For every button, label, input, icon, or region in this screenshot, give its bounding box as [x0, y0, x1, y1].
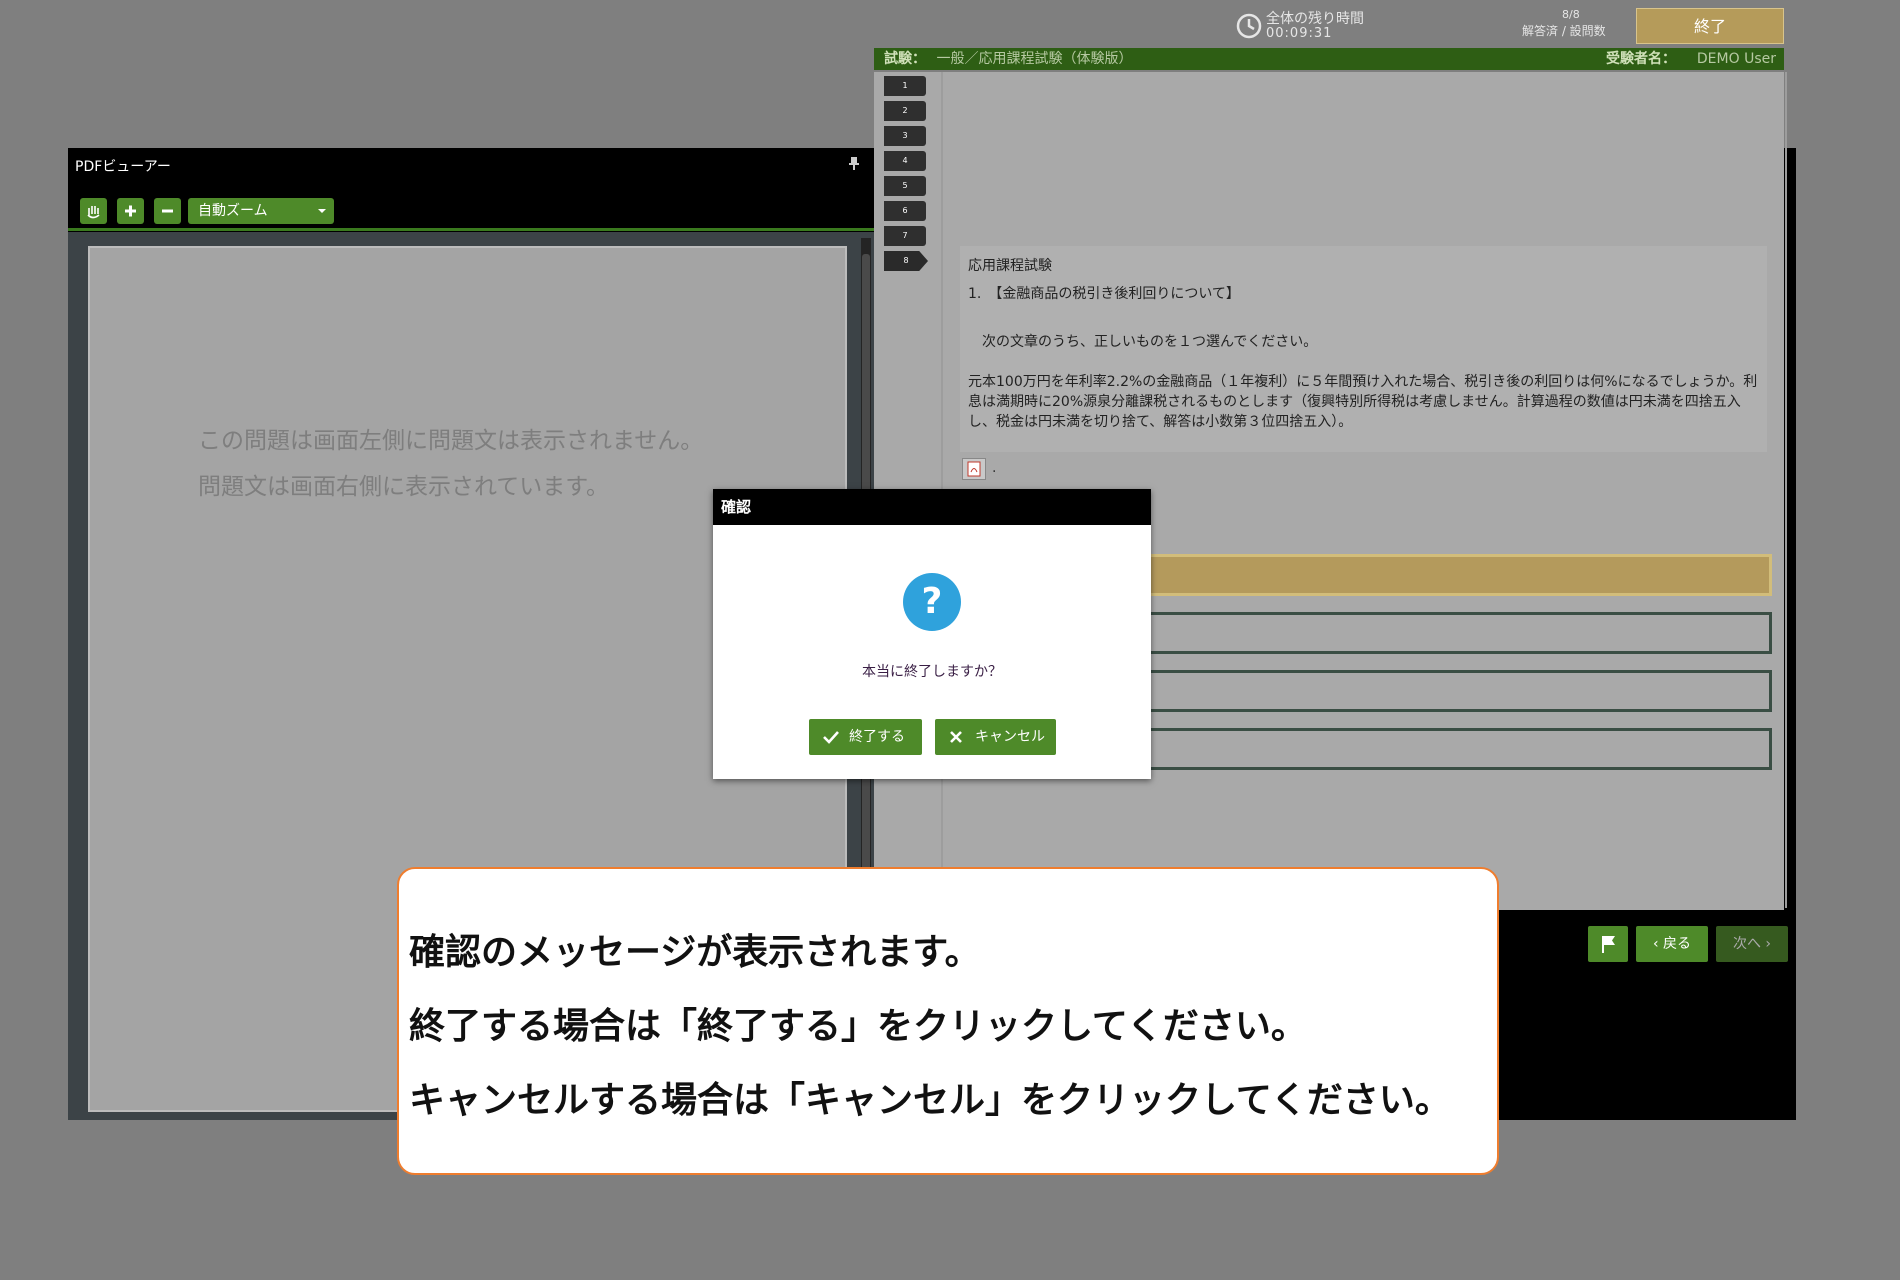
exam-info-bar: 試験： 一般／応用課程試験（体験版） 受験者名： DEMO User — [874, 48, 1784, 70]
back-button[interactable]: ‹ 戻る — [1636, 926, 1708, 962]
callout-line1: 確認のメッセージが表示されます。 — [409, 932, 981, 973]
question-tab[interactable]: 1 — [884, 76, 926, 96]
exam-label: 試験： — [884, 51, 926, 67]
question-body: 元本100万円を年利率2.2%の金融商品（１年複利）に５年間預け入れた場合、税引… — [968, 374, 1758, 430]
confirm-dialog: 確認 ? 本当に終了しますか？ 終了する キャンセル — [713, 489, 1151, 779]
instruction-callout: 確認のメッセージが表示されます。 終了する場合は「終了する」をクリックしてくださ… — [397, 867, 1499, 1175]
question-tab[interactable]: 2 — [884, 101, 926, 121]
bottom-nav-bar: ‹ 戻る 次へ › — [1498, 918, 1788, 968]
next-button-label: 次へ — [1732, 936, 1761, 952]
end-exam-button[interactable]: 終了 — [1636, 8, 1784, 44]
question-nav: 1 2 3 4 5 6 7 8 — [884, 76, 928, 276]
pdf-file-icon[interactable] — [962, 458, 986, 480]
clock-icon — [1236, 13, 1262, 39]
zoom-out-button[interactable] — [154, 198, 181, 224]
hand-icon — [87, 206, 100, 219]
exam-name: 一般／応用課程試験（体験版） — [936, 51, 1133, 67]
dialog-message: 本当に終了しますか？ — [862, 664, 1002, 680]
timer-value: 00:09:31 — [1266, 26, 1333, 41]
chevron-right-icon: › — [1760, 936, 1772, 952]
pdf-message-line2: 問題文は画面右側に表示されています。 — [198, 474, 610, 500]
confirm-end-button[interactable]: 終了する — [809, 719, 922, 755]
chevron-left-icon: ‹ — [1652, 936, 1664, 952]
pdf-icon — [967, 461, 981, 477]
plus-icon — [125, 205, 136, 217]
flag-button[interactable] — [1588, 926, 1628, 962]
callout-line3: キャンセルする場合は「キャンセル」をクリックしてください。 — [409, 1080, 1451, 1121]
hand-tool-button[interactable] — [80, 198, 107, 224]
zoom-select-value: 自動ズーム — [198, 203, 268, 219]
question-instruction: 次の文章のうち、正しいものを１つ選んでください。 — [982, 334, 1318, 350]
question-mark-icon: ? — [903, 573, 961, 631]
question-title: 1. 【金融商品の税引き後利回りについて】 — [968, 286, 1240, 302]
pdf-link-suffix: . — [992, 460, 997, 476]
pdf-viewer-title: PDFビューアー — [75, 159, 171, 175]
cancel-label: キャンセル — [975, 729, 1045, 745]
question-tab[interactable]: 7 — [884, 226, 926, 246]
flag-icon — [1602, 936, 1615, 953]
progress-value: 8/8 — [1562, 8, 1580, 21]
back-button-label: 戻る — [1663, 936, 1692, 952]
examinee-name: DEMO User — [1696, 51, 1776, 67]
progress-label: 解答済 / 設問数 — [1522, 24, 1606, 38]
question-box: 応用課程試験 1. 【金融商品の税引き後利回りについて】 次の文章のうち、正しい… — [960, 246, 1767, 452]
callout-line2: 終了する場合は「終了する」をクリックしてください。 — [409, 1006, 1307, 1047]
pdf-toolbar: 自動ズーム — [68, 188, 877, 231]
zoom-select[interactable]: 自動ズーム — [188, 198, 334, 224]
question-tab-active[interactable]: 8 — [884, 251, 928, 271]
question-tab[interactable]: 5 — [884, 176, 926, 196]
question-tab[interactable]: 3 — [884, 126, 926, 146]
question-course: 応用課程試験 — [968, 258, 1052, 274]
pdf-message-line1: この問題は画面左側に問題文は表示されません。 — [198, 428, 704, 454]
question-tab[interactable]: 4 — [884, 151, 926, 171]
confirm-end-label: 終了する — [849, 729, 905, 745]
minus-icon — [162, 209, 173, 213]
dialog-title: 確認 — [713, 489, 1151, 525]
close-icon — [950, 731, 962, 743]
examinee-label: 受験者名： — [1606, 51, 1676, 67]
pin-icon[interactable] — [847, 156, 861, 170]
cancel-button[interactable]: キャンセル — [935, 719, 1056, 755]
pdf-message: この問題は画面左側に問題文は表示されません。 問題文は画面右側に表示されています… — [198, 418, 703, 510]
next-button[interactable]: 次へ › — [1716, 926, 1788, 962]
check-icon — [823, 731, 839, 744]
zoom-in-button[interactable] — [117, 198, 144, 224]
chevron-down-icon — [318, 209, 326, 213]
question-tab[interactable]: 6 — [884, 201, 926, 221]
timer-label: 全体の残り時間 — [1266, 11, 1364, 27]
